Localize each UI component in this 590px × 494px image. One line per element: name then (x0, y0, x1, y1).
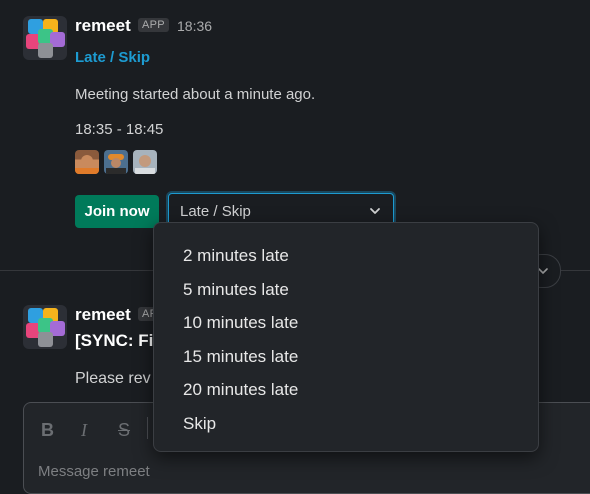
sender-name[interactable]: remeet (75, 305, 131, 325)
sender-name[interactable]: remeet (75, 16, 131, 36)
bold-button[interactable]: B (41, 420, 54, 441)
option-20-minutes-late[interactable]: 20 minutes late (183, 380, 298, 400)
option-15-minutes-late[interactable]: 15 minutes late (183, 347, 298, 367)
remeet-avatar[interactable] (23, 16, 67, 60)
option-skip[interactable]: Skip (183, 414, 216, 434)
chevron-down-icon (369, 204, 381, 222)
italic-button[interactable]: I (81, 420, 87, 441)
join-now-button[interactable]: Join now (75, 195, 159, 228)
option-2-minutes-late[interactable]: 2 minutes late (183, 246, 289, 266)
app-badge: APP (138, 18, 169, 32)
option-10-minutes-late[interactable]: 10 minutes late (183, 313, 298, 333)
strikethrough-button[interactable]: S (118, 420, 130, 441)
message-timestamp[interactable]: 18:36 (177, 18, 212, 34)
message-input-placeholder[interactable]: Message remeet (38, 463, 150, 480)
participant-avatar[interactable] (133, 150, 157, 174)
meeting-time-range: 18:35 - 18:45 (75, 121, 164, 138)
late-skip-dropdown-menu: 2 minutes late 5 minutes late 10 minutes… (153, 222, 539, 452)
toolbar-divider (147, 417, 148, 439)
message-text: Please rev (75, 370, 151, 387)
participant-avatar[interactable] (75, 150, 99, 174)
late-skip-link[interactable]: Late / Skip (75, 49, 150, 66)
select-value: Late / Skip (180, 203, 251, 220)
remeet-avatar[interactable] (23, 305, 67, 349)
meeting-status-text: Meeting started about a minute ago. (75, 86, 316, 103)
meeting-title: [SYNC: Fi (75, 331, 154, 350)
option-5-minutes-late[interactable]: 5 minutes late (183, 280, 289, 300)
participant-avatar[interactable] (104, 150, 128, 174)
